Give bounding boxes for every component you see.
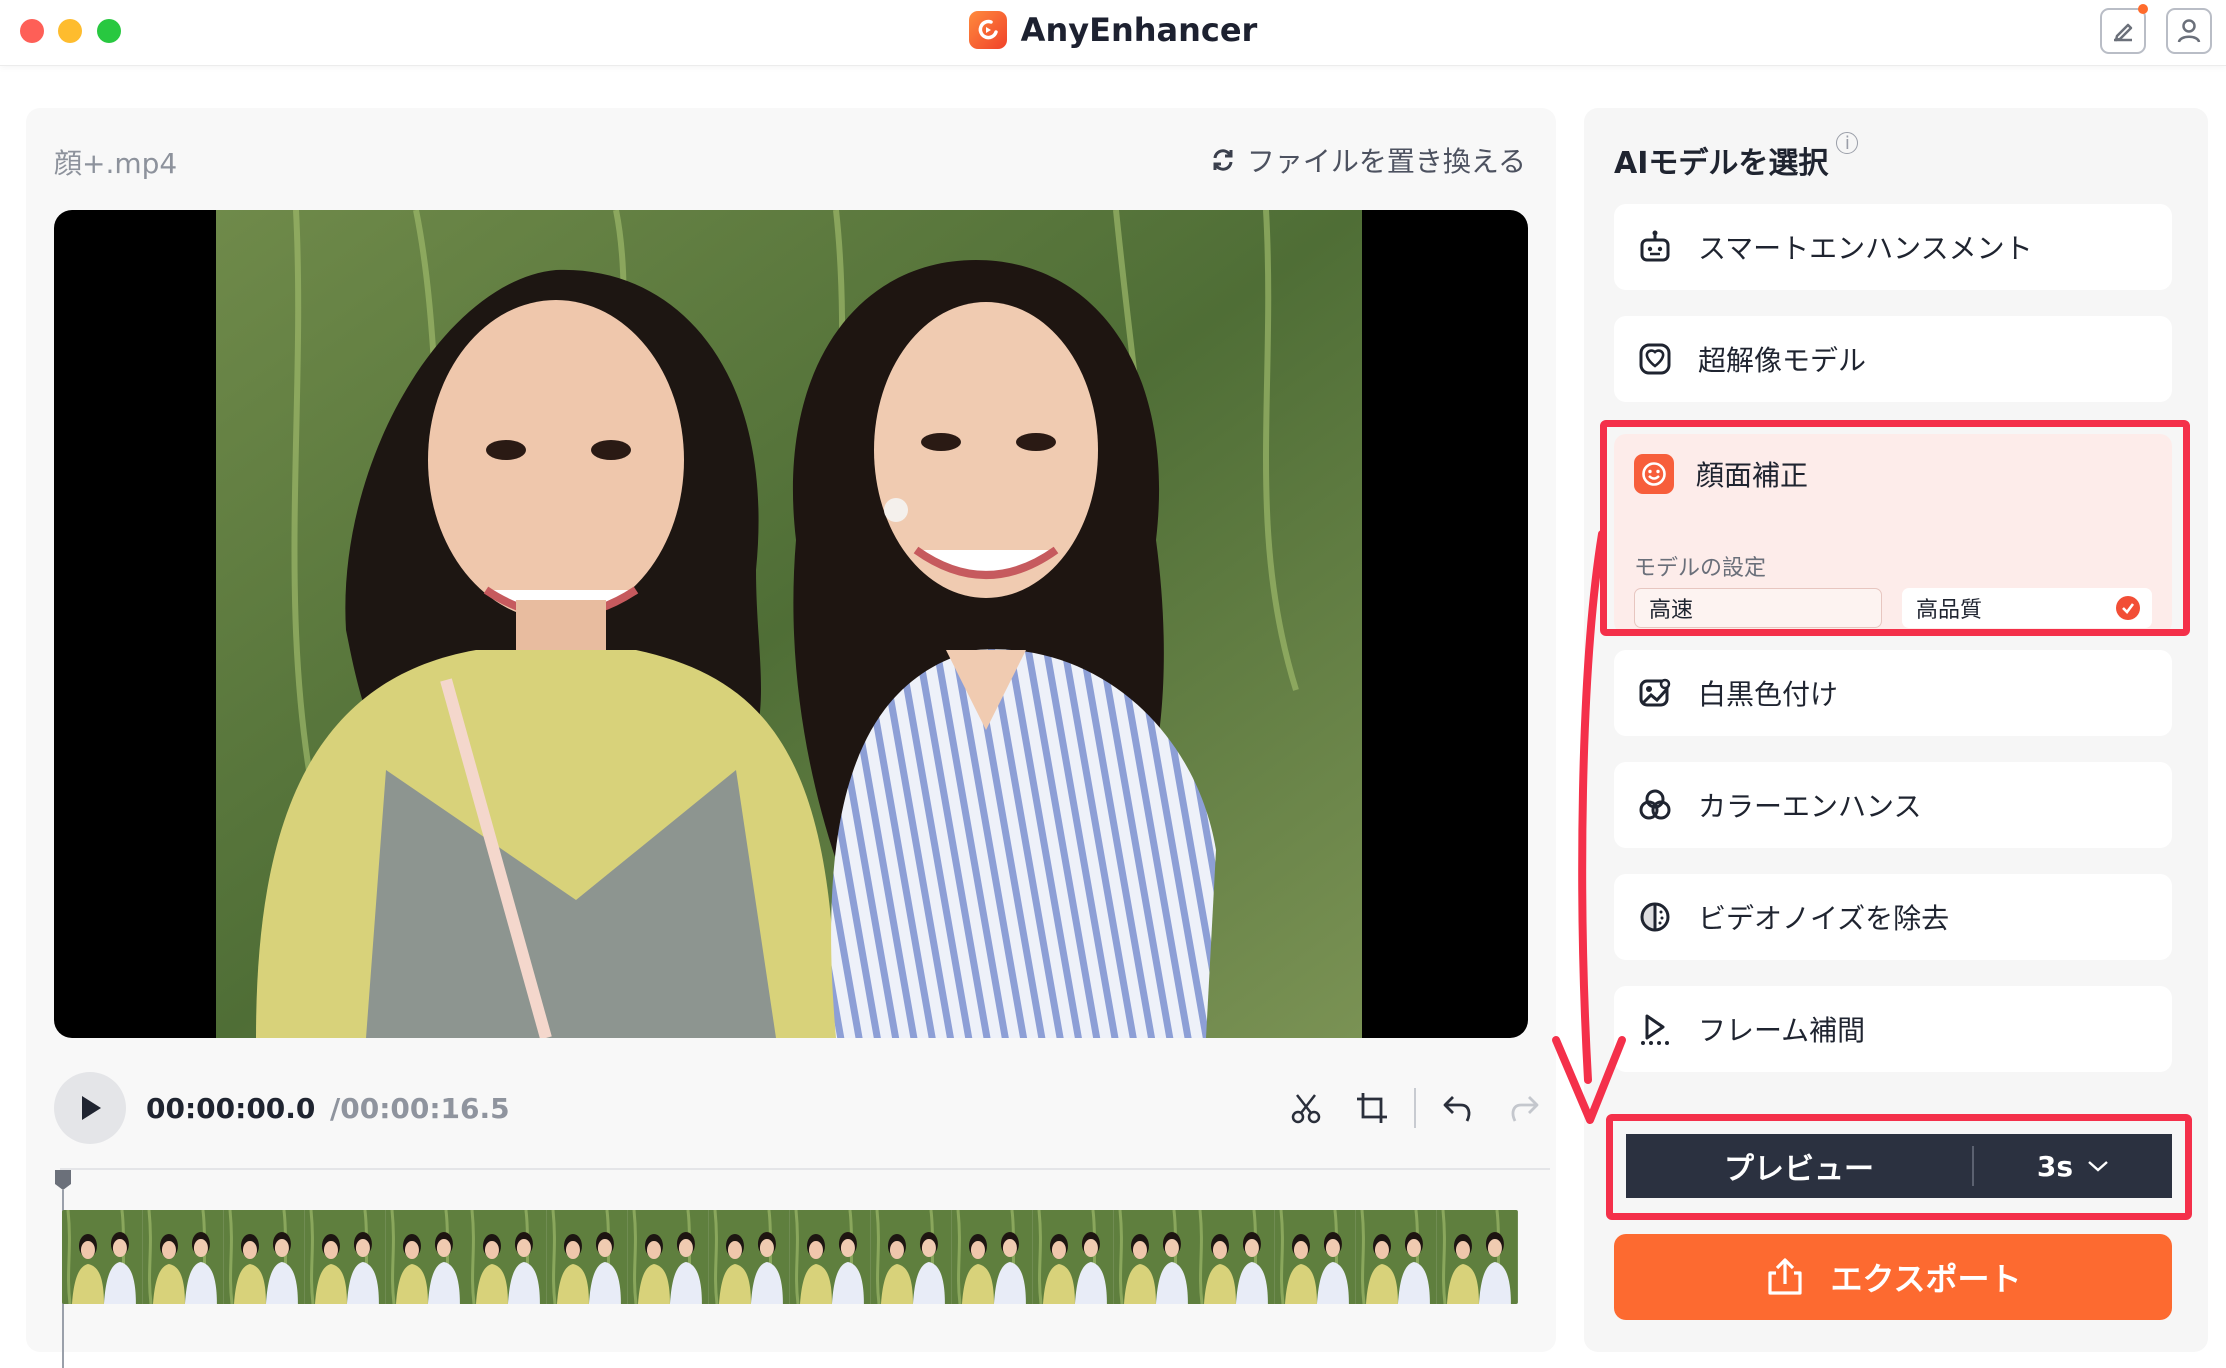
- current-time: 00:00:00.0: [146, 1092, 316, 1125]
- app-title: AnyEnhancer: [0, 10, 2226, 50]
- timeline-thumbnail: [790, 1210, 871, 1304]
- timeline-thumbnail: [62, 1210, 143, 1304]
- app-name: AnyEnhancer: [1020, 11, 1258, 49]
- timeline-thumbnail: [1194, 1210, 1276, 1304]
- timeline-thumbnail: [1356, 1210, 1438, 1304]
- timeline-thumbnail: [142, 1210, 224, 1304]
- play-icon: [82, 1096, 101, 1120]
- replace-file-label: ファイルを置き換える: [1246, 145, 1526, 178]
- model-super-resolution[interactable]: 超解像モデル: [1614, 316, 2172, 402]
- highlight-box-preview: [1606, 1114, 2192, 1220]
- timeline-thumbnail: [466, 1210, 548, 1304]
- video-preview[interactable]: [54, 210, 1528, 1038]
- color-circles-icon: [1634, 784, 1676, 826]
- export-label: エクスポート: [1830, 1260, 2022, 1298]
- crop-icon: [1357, 1093, 1387, 1123]
- colorize-icon: [1634, 672, 1676, 714]
- super-resolution-icon: [1634, 338, 1676, 380]
- timeline-thumbnail: [709, 1210, 791, 1304]
- timeline-thumbnail: [385, 1210, 467, 1304]
- timeline-thumbnail: [304, 1210, 386, 1304]
- undo-icon: [1443, 1096, 1471, 1122]
- timeline-thumbnails[interactable]: [62, 1210, 1518, 1304]
- timeline-thumbnail: [951, 1210, 1033, 1304]
- frame-interpolation-icon: [1634, 1008, 1676, 1050]
- model-video-denoise[interactable]: ビデオノイズを除去: [1614, 874, 2172, 960]
- model-label: 超解像モデル: [1698, 344, 1867, 377]
- timeline-thumbnail: [547, 1210, 629, 1304]
- timeline-track[interactable]: [60, 1168, 1550, 1170]
- replace-file-button[interactable]: ファイルを置き換える: [1209, 140, 1526, 180]
- timeline-thumbnail: [1275, 1210, 1357, 1304]
- total-time: /00:00:16.5: [330, 1092, 510, 1125]
- toolbar-divider: [1414, 1088, 1416, 1128]
- info-icon[interactable]: i: [1836, 132, 1859, 154]
- timeline-thumbnail: [1032, 1210, 1114, 1304]
- scissors-icon: [1291, 1094, 1321, 1124]
- model-smart-enhance[interactable]: スマートエンハンスメント: [1614, 204, 2172, 290]
- model-label: ビデオノイズを除去: [1698, 902, 1950, 935]
- play-button[interactable]: [54, 1072, 126, 1144]
- timeline-thumbnail: [870, 1210, 952, 1304]
- upload-icon: [1768, 1258, 1803, 1295]
- robot-icon: [1634, 226, 1676, 268]
- cut-button[interactable]: [1286, 1088, 1326, 1128]
- notification-dot: [2138, 4, 2148, 14]
- edit-note-icon: [2114, 23, 2133, 42]
- model-colorize[interactable]: 白黒色付け: [1614, 650, 2172, 736]
- highlight-box-face-correction: [1600, 420, 2190, 636]
- video-editor-panel: 顔+.mp4 ファイルを置き換える 00:00:00.0 /00:00:16.5: [26, 108, 1556, 1368]
- model-color-enhance[interactable]: カラーエンハンス: [1614, 762, 2172, 848]
- model-label: フレーム補間: [1698, 1014, 1866, 1047]
- timeline-thumbnail: [1437, 1210, 1518, 1304]
- app-logo-icon: [968, 11, 1007, 49]
- video-frame-image: [216, 210, 1362, 1038]
- title-bar: AnyEnhancer: [0, 0, 2226, 66]
- panel-title: AIモデルを選択 i: [1614, 132, 1859, 182]
- timeline-thumbnail: [628, 1210, 710, 1304]
- export-button[interactable]: エクスポート: [1614, 1234, 2172, 1320]
- model-label: 白黒色付け: [1698, 678, 1839, 711]
- feedback-button[interactable]: [2100, 4, 2148, 54]
- model-label: カラーエンハンス: [1698, 790, 1922, 823]
- account-button[interactable]: [2166, 8, 2212, 54]
- panel-title-text: AIモデルを選択: [1614, 146, 1829, 181]
- model-frame-interpolation[interactable]: フレーム補間: [1614, 986, 2172, 1072]
- user-icon: [2177, 19, 2201, 43]
- annotation-arrow: [1552, 530, 1626, 1124]
- undo-button[interactable]: [1438, 1088, 1478, 1128]
- crop-button[interactable]: [1352, 1088, 1392, 1128]
- playback-controls: 00:00:00.0 /00:00:16.5: [54, 1068, 1539, 1144]
- denoise-icon: [1634, 896, 1676, 938]
- refresh-icon: [1213, 149, 1233, 171]
- timeline-thumbnail: [223, 1210, 305, 1304]
- file-name: 顔+.mp4: [54, 147, 178, 180]
- timeline-thumbnail: [1113, 1210, 1195, 1304]
- model-label: スマートエンハンスメント: [1698, 232, 2033, 265]
